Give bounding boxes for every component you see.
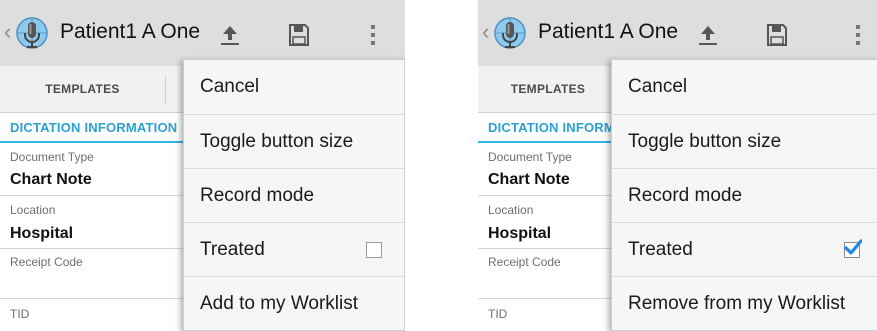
- menu-item-cancel[interactable]: Cancel: [184, 60, 404, 114]
- menu-item-label: Remove from my Worklist: [628, 293, 846, 314]
- menu-item-add-to-worklist[interactable]: Add to my Worklist: [184, 277, 404, 331]
- document-type-value[interactable]: Chart Note: [488, 171, 570, 189]
- tid-label: TID: [10, 307, 30, 321]
- save-button[interactable]: [281, 18, 317, 52]
- action-bar: ‹ Patient1 A One: [478, 0, 877, 66]
- save-icon: [767, 24, 787, 46]
- location-value[interactable]: Hospital: [488, 225, 551, 243]
- overflow-menu-icon: [371, 25, 375, 45]
- menu-item-toggle-button-size[interactable]: Toggle button size: [184, 115, 404, 169]
- menu-item-label: Add to my Worklist: [200, 293, 359, 314]
- microphone-app-icon[interactable]: [490, 13, 530, 53]
- divider: [0, 298, 190, 299]
- microphone-app-icon[interactable]: [12, 13, 52, 53]
- menu-item-label: Treated: [200, 239, 265, 260]
- section-header-label: DICTATION INFORMATION: [10, 120, 178, 135]
- document-type-label: Document Type: [488, 150, 572, 164]
- location-label: Location: [10, 203, 56, 217]
- chevron-left-icon[interactable]: ‹: [482, 21, 489, 43]
- menu-item-label: Record mode: [200, 185, 315, 206]
- overflow-menu: Cancel Toggle button size Record mode Tr…: [183, 59, 405, 331]
- menu-item-label: Record mode: [628, 185, 743, 206]
- menu-item-toggle-button-size[interactable]: Toggle button size: [612, 115, 877, 169]
- location-label: Location: [488, 203, 534, 217]
- menu-item-remove-from-worklist[interactable]: Remove from my Worklist: [612, 277, 877, 331]
- receipt-code-label: Receipt Code: [10, 255, 83, 269]
- menu-item-label: Toggle button size: [628, 131, 782, 152]
- save-icon: [289, 24, 309, 46]
- menu-item-treated[interactable]: Treated: [184, 223, 404, 277]
- upload-icon: [221, 26, 239, 45]
- checkbox-checked-icon[interactable]: [844, 239, 862, 258]
- tab-templates[interactable]: TEMPLATES: [0, 66, 165, 112]
- menu-item-label: Treated: [628, 239, 693, 260]
- tid-label: TID: [488, 307, 508, 321]
- upload-button[interactable]: [690, 18, 726, 52]
- menu-item-label: Cancel: [200, 76, 260, 97]
- document-type-value[interactable]: Chart Note: [10, 171, 92, 189]
- chevron-left-icon[interactable]: ‹: [4, 21, 11, 43]
- patient-title: Patient1 A One: [538, 20, 679, 43]
- overflow-menu-button[interactable]: [355, 18, 391, 52]
- upload-button[interactable]: [212, 18, 248, 52]
- action-bar: ‹ Patient1 A One: [0, 0, 405, 66]
- overflow-menu-button[interactable]: [840, 18, 876, 52]
- checkmark-icon: [844, 239, 862, 255]
- receipt-code-label: Receipt Code: [488, 255, 561, 269]
- upload-icon: [699, 26, 717, 45]
- divider: [0, 195, 190, 196]
- menu-item-record-mode[interactable]: Record mode: [612, 169, 877, 223]
- tab-divider: [165, 76, 166, 104]
- screen-checked: ‹ Patient1 A One TEMPLATES DICTATION INF…: [478, 0, 877, 331]
- tab-templates[interactable]: TEMPLATES: [478, 66, 618, 112]
- save-button[interactable]: [759, 18, 795, 52]
- screen-unchecked: ‹ Patient1 A One TEMPLATES DICTATION INF…: [0, 0, 405, 331]
- menu-item-label: Cancel: [628, 76, 688, 97]
- menu-item-label: Toggle button size: [200, 131, 354, 152]
- location-value[interactable]: Hospital: [10, 225, 73, 243]
- overflow-menu-icon: [856, 25, 860, 45]
- menu-item-record-mode[interactable]: Record mode: [184, 169, 404, 223]
- divider: [0, 248, 190, 249]
- overflow-menu: Cancel Toggle button size Record mode Tr…: [611, 59, 877, 331]
- document-type-label: Document Type: [10, 150, 94, 164]
- checkbox-icon[interactable]: [366, 242, 382, 258]
- menu-item-cancel[interactable]: Cancel: [612, 60, 877, 114]
- patient-title: Patient1 A One: [60, 20, 201, 43]
- menu-item-treated[interactable]: Treated: [612, 223, 877, 277]
